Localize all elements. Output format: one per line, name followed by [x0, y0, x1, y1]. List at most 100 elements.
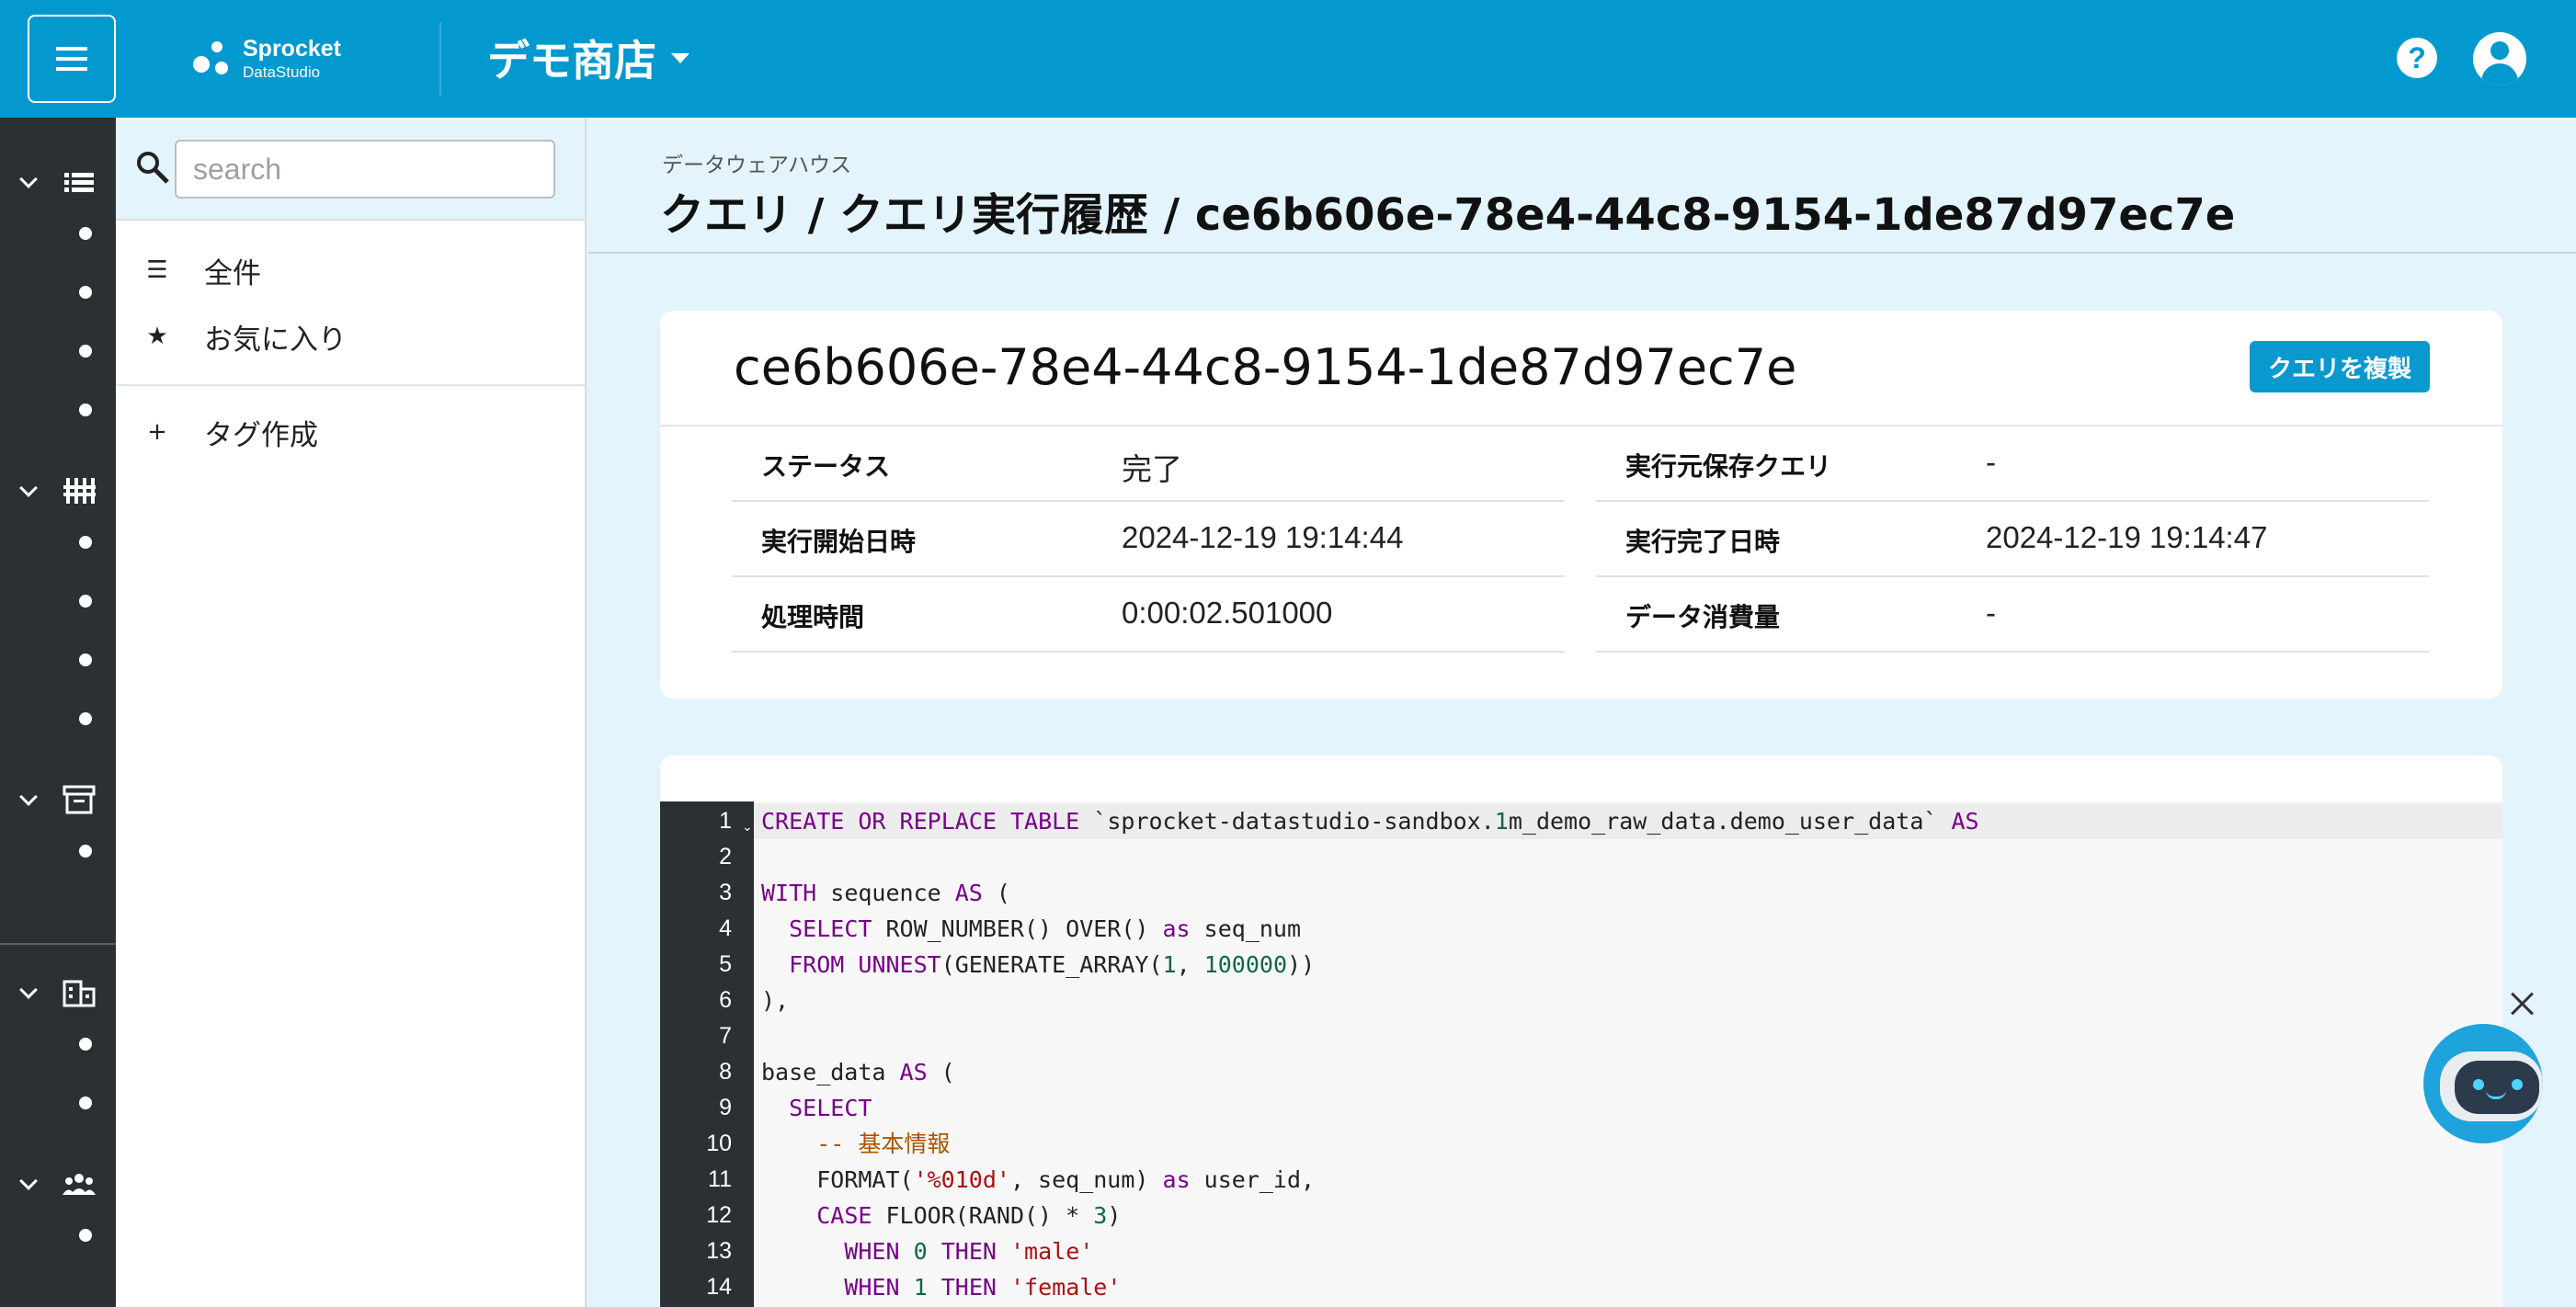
- section-label: データウェアハウス: [662, 153, 852, 177]
- code-line-text: CREATE OR REPLACE TABLE `sprocket-datast…: [761, 808, 1979, 835]
- code-line: ),: [754, 983, 2502, 1018]
- line-number: 2: [719, 844, 732, 869]
- sidebar-item-favorites[interactable]: ★ お気に入り: [116, 307, 585, 366]
- rail-toggle-archive[interactable]: [0, 778, 116, 822]
- chevron-down-icon: [19, 170, 38, 188]
- rail-subitem[interactable]: [79, 712, 92, 725]
- field-value: -: [1986, 445, 1996, 479]
- code-line-text: WHEN 1 THEN 'female': [844, 1274, 1122, 1301]
- rail-toggle-pipeline[interactable]: [0, 469, 116, 513]
- code-line: FORMAT('%010d', seq_num) as user_id,: [754, 1162, 2502, 1198]
- code-line-text: SELECT: [789, 1095, 872, 1121]
- nav-rail: [0, 118, 116, 1307]
- archive-icon: [63, 785, 96, 814]
- hamburger-menu-button[interactable]: [28, 15, 116, 103]
- sql-code-editor[interactable]: CREATE OR REPLACE TABLE `sprocket-datast…: [754, 801, 2502, 1307]
- line-number: 5: [719, 951, 732, 977]
- rail-subitem[interactable]: [79, 595, 92, 608]
- code-line-text: SELECT ROW_NUMBER() OVER() as seq_num: [789, 915, 1302, 942]
- code-line-text: base_data AS (: [761, 1059, 955, 1085]
- rail-subitem[interactable]: [79, 286, 92, 299]
- code-line: CREATE OR REPLACE TABLE `sprocket-datast…: [754, 803, 2502, 839]
- line-number: 6: [719, 987, 732, 1013]
- field-label: 実行開始日時: [761, 527, 917, 557]
- line-number: 14: [706, 1274, 732, 1300]
- users-icon: [63, 1174, 96, 1195]
- field-row: データ消費量 -: [1596, 577, 2429, 653]
- sql-editor-card: ⌄ 1 2 3 4 5 6 7 8 9 10 11 12 13 14 CREATE OR REPLACE …: [660, 756, 2502, 1307]
- sidebar-item-label: タグ作成: [204, 418, 318, 452]
- code-line: -- 基本情報: [754, 1126, 2502, 1162]
- rail-subitem[interactable]: [79, 345, 92, 358]
- fold-arrow-icon[interactable]: ⌄: [742, 820, 753, 835]
- field-label: 実行完了日時: [1625, 527, 1781, 557]
- field-label: データ消費量: [1625, 602, 1781, 632]
- header-divider: [439, 22, 441, 96]
- sidebar-item-label: 全件: [204, 256, 261, 290]
- rail-subitem[interactable]: [79, 1229, 92, 1242]
- line-number: 1: [719, 808, 732, 834]
- logo[interactable]: Sprocket DataStudio: [191, 35, 341, 83]
- code-line: CASE FLOOR(RAND() * 3): [754, 1198, 2502, 1233]
- list-icon: ☰: [146, 256, 168, 284]
- sprocket-logo-icon: [191, 40, 230, 78]
- code-line-text: -- 基本情報: [816, 1131, 951, 1157]
- chatbot-screen: [2455, 1061, 2539, 1114]
- code-line-text: WHEN 0 THEN 'male': [844, 1238, 1094, 1265]
- field-value: -: [1986, 596, 1996, 630]
- line-number: 9: [719, 1095, 732, 1120]
- code-line: WHEN 1 THEN 'female': [754, 1269, 2502, 1305]
- rail-toggle-building[interactable]: [0, 971, 116, 1015]
- rail-subitem[interactable]: [79, 1097, 92, 1109]
- field-row: 実行完了日時 2024-12-19 19:14:47: [1596, 502, 2429, 577]
- pipeline-icon: [63, 478, 96, 504]
- code-line: SELECT ROW_NUMBER() OVER() as seq_num: [754, 911, 2502, 947]
- search-icon: [137, 152, 169, 184]
- search-input[interactable]: [175, 140, 555, 199]
- close-icon[interactable]: [2506, 987, 2539, 1020]
- app-header: Sprocket DataStudio デモ商店 ?: [0, 0, 2576, 118]
- rail-toggle-users[interactable]: [0, 1162, 116, 1206]
- code-line: SELECT: [754, 1090, 2502, 1126]
- account-icon[interactable]: [2473, 32, 2526, 85]
- help-icon[interactable]: ?: [2397, 38, 2437, 78]
- line-number: 13: [706, 1238, 732, 1264]
- field-row: ステータス 完了: [732, 426, 1565, 502]
- logo-name: Sprocket: [243, 36, 341, 62]
- sidebar-divider: [116, 384, 585, 386]
- field-value: 2024-12-19 19:14:47: [1986, 520, 2268, 554]
- sidebar: ☰ 全件 ★ お気に入り + タグ作成: [116, 118, 587, 1307]
- rail-toggle-list[interactable]: [0, 160, 116, 204]
- field-label: 実行元保存クエリ: [1625, 451, 1832, 482]
- hamburger-icon: [56, 47, 87, 71]
- rail-subitem[interactable]: [79, 403, 92, 416]
- code-line: WHEN 0 THEN 'male': [754, 1233, 2502, 1269]
- caret-down-icon: [671, 52, 690, 63]
- shop-name: デモ商店: [487, 36, 656, 85]
- field-label: 処理時間: [761, 602, 865, 632]
- line-number: 7: [719, 1023, 732, 1049]
- duplicate-query-button[interactable]: クエリを複製: [2250, 341, 2430, 392]
- rail-subitem[interactable]: [79, 227, 92, 240]
- shop-selector[interactable]: デモ商店: [487, 28, 690, 88]
- rail-subitem[interactable]: [79, 845, 92, 858]
- rail-subitem[interactable]: [79, 536, 92, 549]
- query-detail-card: ce6b606e-78e4-44c8-9154-1de87d97ec7e クエリ…: [660, 311, 2502, 699]
- line-number: 3: [719, 880, 732, 905]
- chevron-down-icon: [19, 1172, 38, 1190]
- code-line: WITH sequence AS (: [754, 875, 2502, 911]
- list-icon: [64, 173, 94, 192]
- chatbot-eye: [2512, 1079, 2523, 1090]
- line-number: 11: [708, 1166, 732, 1192]
- code-line-text: FORMAT('%010d', seq_num) as user_id,: [761, 1166, 1316, 1193]
- page-header: データウェアハウス クエリ / クエリ実行履歴 / ce6b606e-78e4-…: [588, 118, 2576, 254]
- line-number-gutter: ⌄ 1 2 3 4 5 6 7 8 9 10 11 12 13 14: [660, 801, 754, 1307]
- rail-subitem[interactable]: [79, 654, 92, 666]
- line-number: 12: [706, 1202, 732, 1228]
- sidebar-item-create-tag[interactable]: + タグ作成: [116, 403, 585, 461]
- chatbot-icon[interactable]: [2423, 1024, 2543, 1143]
- rail-subitem[interactable]: [79, 1038, 92, 1051]
- sidebar-item-all[interactable]: ☰ 全件: [116, 241, 585, 300]
